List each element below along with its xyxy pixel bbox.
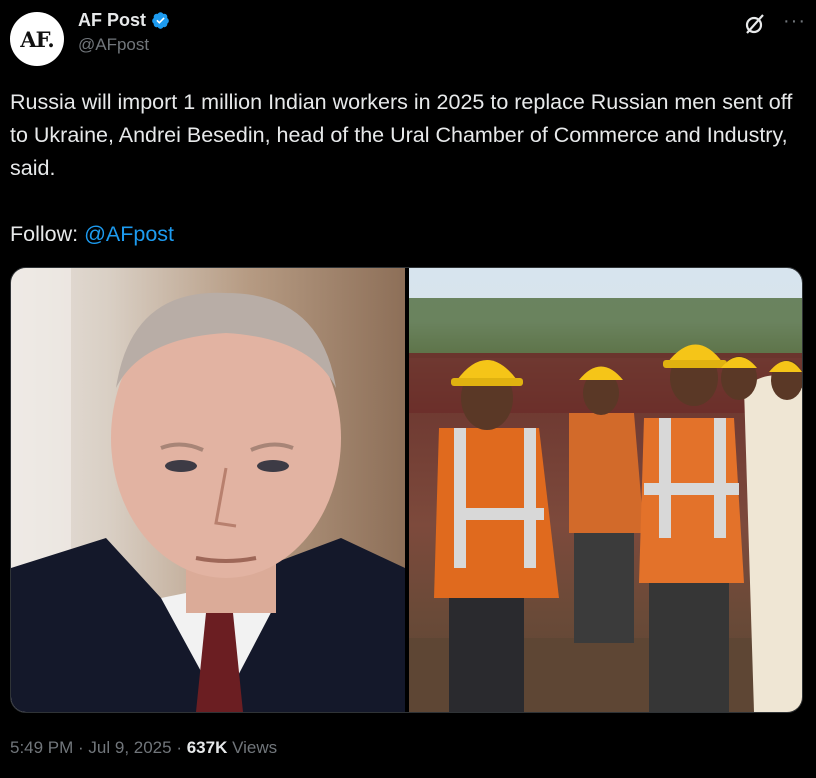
mention-link[interactable]: @AFpost (84, 222, 174, 246)
meta-separator: · (73, 738, 89, 757)
display-name[interactable]: AF Post (78, 10, 146, 31)
tweet-text: Russia will import 1 million Indian work… (10, 86, 800, 251)
tweet-meta: 5:49 PM · Jul 9, 2025 · 637K Views (10, 738, 277, 758)
meta-separator: · (171, 738, 187, 757)
avatar-text: AF. (20, 26, 54, 52)
media-photo-portrait[interactable] (11, 268, 405, 712)
tweet-header: AF. AF Post @AFpost ··· (10, 8, 806, 66)
tweet-date[interactable]: Jul 9, 2025 (88, 738, 171, 757)
tweet-top-actions: ··· (743, 11, 806, 36)
tweet-time[interactable]: 5:49 PM (10, 738, 73, 757)
more-options-icon[interactable]: ··· (783, 11, 806, 31)
tweet-media (10, 267, 803, 713)
workers-illustration (409, 298, 802, 712)
author-handle[interactable]: @AFpost (78, 35, 170, 55)
media-photo-workers[interactable] (409, 268, 802, 712)
portrait-illustration (11, 268, 405, 712)
views-label: Views (227, 738, 278, 757)
follow-line: Follow: @AFpost (10, 218, 800, 251)
follow-label: Follow: (10, 222, 85, 246)
verified-badge-icon (152, 12, 169, 29)
grok-icon[interactable] (743, 12, 767, 36)
views-count[interactable]: 637K (187, 738, 228, 757)
tweet-main-text: Russia will import 1 million Indian work… (10, 90, 793, 180)
avatar[interactable]: AF. (10, 12, 64, 66)
author-names: AF Post @AFpost (78, 10, 170, 55)
